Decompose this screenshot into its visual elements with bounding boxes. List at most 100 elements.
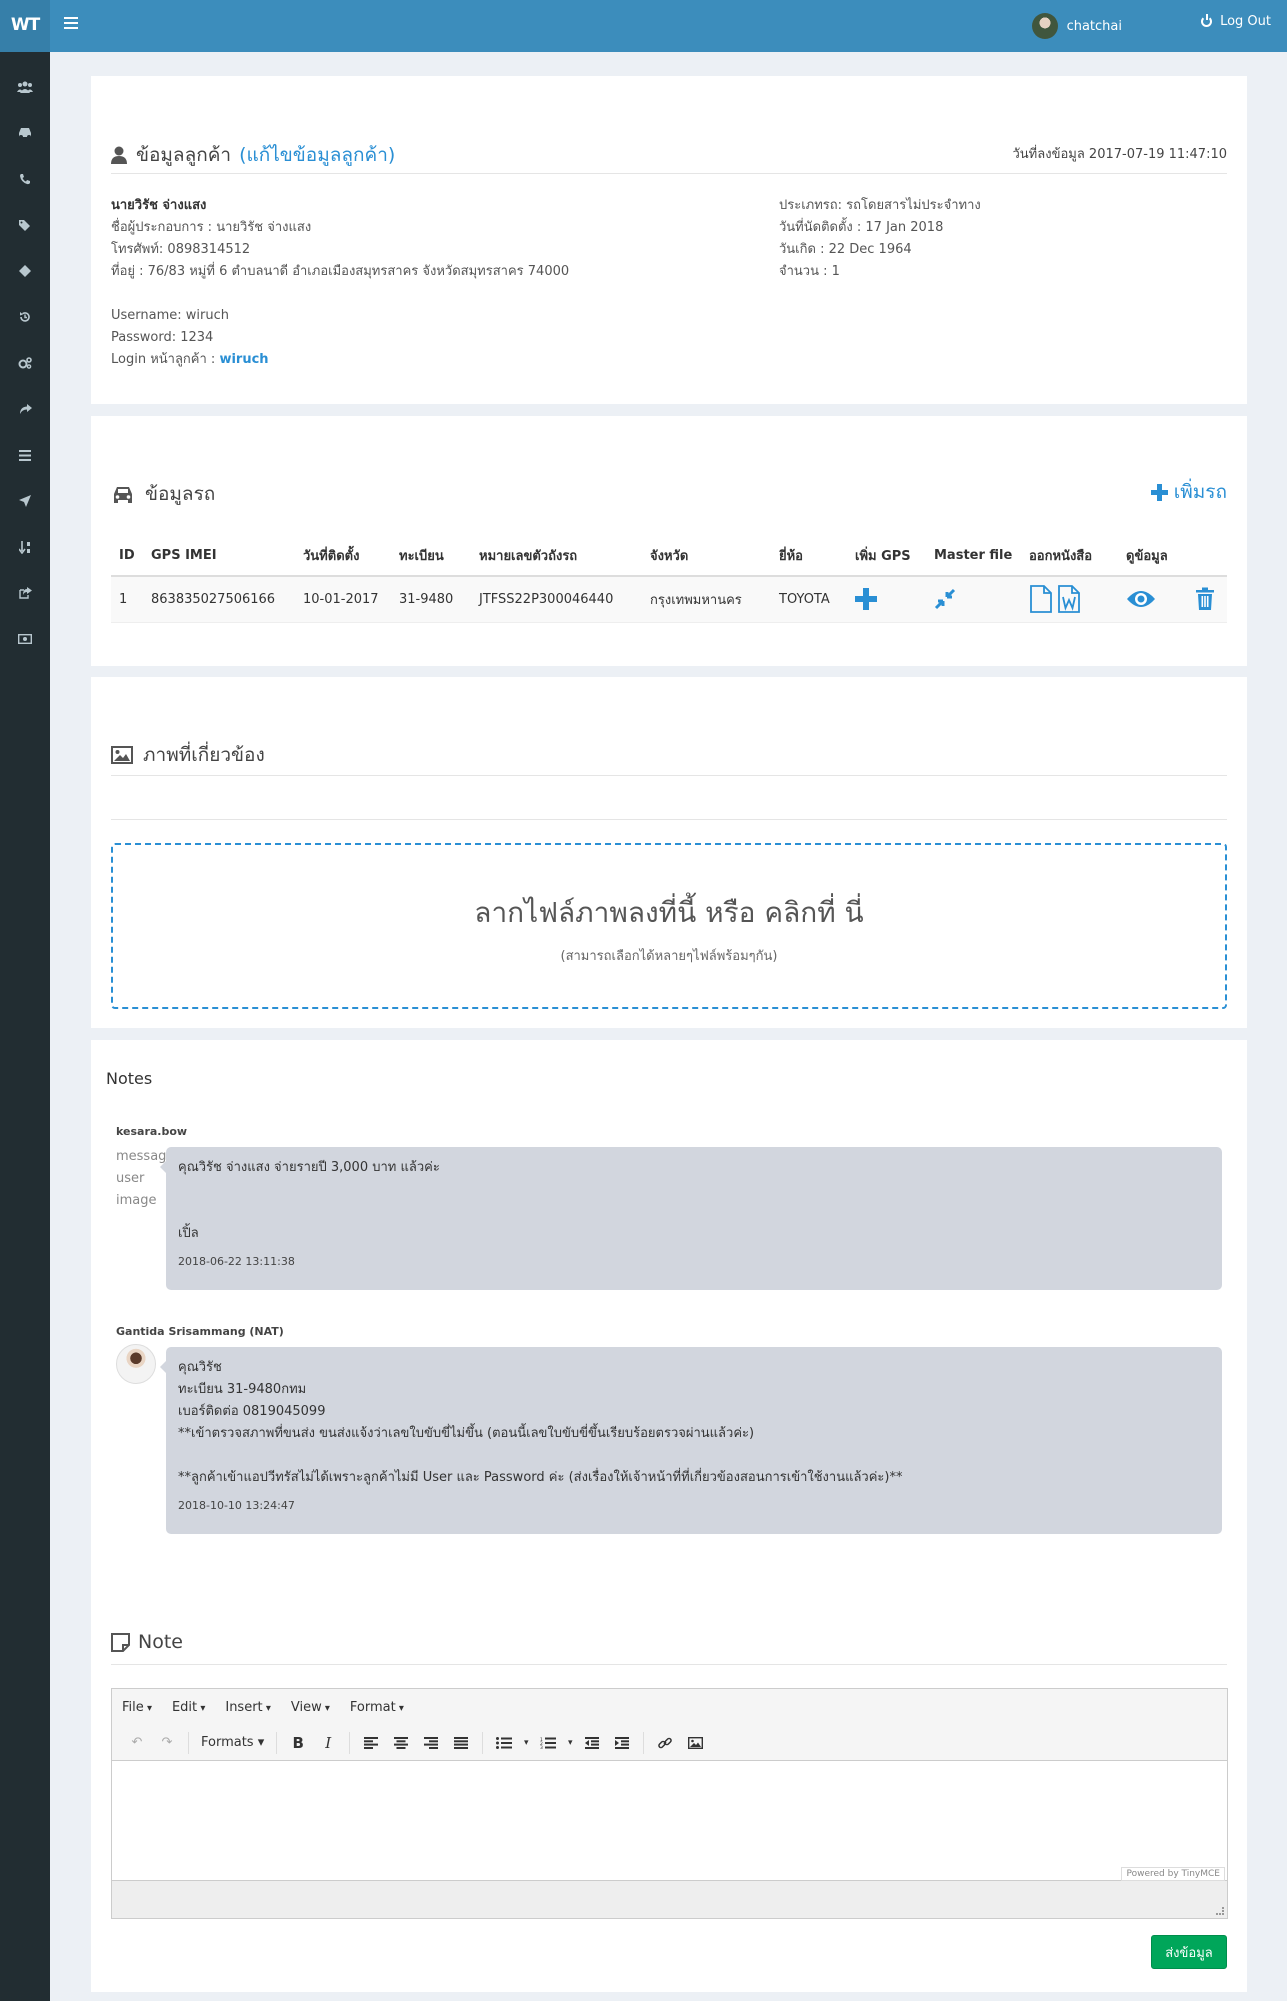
logo[interactable]: WT [0, 0, 50, 52]
note-line: เปิ้ล [178, 1226, 199, 1241]
cell-date: 10-01-2017 [295, 576, 391, 623]
car-icon[interactable] [0, 118, 50, 148]
images-title: ภาพที่เกี่ยวข้อง [143, 744, 265, 766]
menu-format[interactable]: Format [350, 1700, 404, 1715]
editor-content-area[interactable] [112, 1761, 1227, 1881]
cell-plate: 31-9480 [391, 576, 471, 623]
image-icon [111, 746, 133, 764]
vehicle-header: ข้อมูลรถ [111, 479, 215, 509]
italic-icon[interactable]: I [313, 1730, 343, 1756]
ticket-icon[interactable] [0, 256, 50, 286]
add-vehicle-button[interactable]: เพิ่มรถ [1150, 477, 1227, 507]
table-header-row: ID GPS IMEI วันที่ติดตั้ง ทะเบียน หมายเล… [111, 536, 1227, 577]
cell-add-gps [847, 576, 926, 623]
cell-master-file [926, 576, 1021, 623]
user-icon [111, 146, 127, 164]
note-line: คุณวิรัช จ่างแสง จ่ายรายปี 3,000 บาท แล้… [178, 1160, 440, 1175]
customer-phone: โทรศัพท์: 0898314512 [111, 242, 251, 257]
share-square-icon[interactable] [0, 578, 50, 608]
cell-delete [1187, 576, 1227, 623]
eye-icon[interactable] [1126, 589, 1156, 609]
note-editor-header: Note [111, 1631, 183, 1653]
dropzone-message: ลากไฟล์ภาพลงที่นี้ หรือ คลิกที่ นี่ [474, 896, 864, 929]
add-vehicle-label: เพิ่มรถ [1173, 481, 1227, 503]
note-author: Gantida Srisammang (NAT) [116, 1325, 284, 1338]
menu-file[interactable]: File [122, 1700, 152, 1715]
customer-password: Password: 1234 [111, 330, 214, 345]
formats-label: Formats [201, 1735, 254, 1750]
edit-customer-link[interactable]: (แก้ไขข้อมูลลูกค้า) [239, 140, 395, 170]
align-justify-icon[interactable] [446, 1730, 476, 1756]
note-editor-title: Note [138, 1631, 183, 1653]
record-date: วันที่ลงข้อมูล 2017-07-19 11:47:10 [1012, 147, 1228, 162]
add-gps-plus-icon[interactable] [855, 588, 877, 611]
resize-handle[interactable] [1216, 1907, 1224, 1915]
indent-icon[interactable] [607, 1730, 637, 1756]
customer-login-link[interactable]: wiruch [219, 352, 268, 367]
customer-username: Username: wiruch [111, 308, 229, 323]
image-dropzone[interactable]: ลากไฟล์ภาพลงที่นี้ หรือ คลิกที่ นี่ (สาม… [111, 843, 1227, 1009]
numbered-list-icon[interactable]: 123 [533, 1730, 563, 1756]
share-icon[interactable] [0, 394, 50, 424]
note-line-empty [178, 1201, 1210, 1223]
word-file-icon[interactable] [1057, 585, 1081, 614]
align-center-icon[interactable] [386, 1730, 416, 1756]
column-header-delete [1187, 536, 1227, 577]
divider [111, 173, 1227, 174]
editor-toolbar: ↶ ↷ Formats ▾ B I ▾ 123 ▾ [112, 1725, 1227, 1761]
birth-date: วันเกิด : 22 Dec 1964 [779, 242, 912, 257]
column-header: หมายเลขตัวถังรถ [471, 536, 642, 577]
location-arrow-icon[interactable] [0, 486, 50, 516]
insert-image-icon[interactable] [680, 1730, 710, 1756]
formats-dropdown[interactable]: Formats ▾ [195, 1730, 270, 1756]
note-message: คุณวิรัช ทะเบียน 31-9480กทม เบอร์ติดต่อ … [160, 1347, 1222, 1534]
column-header: จังหวัด [642, 536, 771, 577]
powered-by-label[interactable]: Powered by TinyMCE [1121, 1867, 1225, 1881]
customer-name: นายวิรัช จ่างแสง [111, 198, 207, 213]
column-header: GPS IMEI [143, 536, 295, 577]
cell-documents [1021, 576, 1118, 623]
bullet-list-dropdown-icon[interactable]: ▾ [519, 1730, 533, 1756]
plus-icon [1150, 483, 1168, 501]
compress-icon[interactable] [934, 588, 956, 610]
submit-note-button[interactable]: ส่งข้อมูล [1151, 1935, 1227, 1969]
bold-icon[interactable]: B [283, 1730, 313, 1756]
align-left-icon[interactable] [356, 1730, 386, 1756]
link-icon[interactable] [650, 1730, 680, 1756]
outdent-icon[interactable] [577, 1730, 607, 1756]
users-icon[interactable] [0, 72, 50, 102]
power-icon [1201, 14, 1213, 27]
numbered-list-dropdown-icon[interactable]: ▾ [563, 1730, 577, 1756]
cogs-icon[interactable] [0, 348, 50, 378]
redo-icon[interactable]: ↷ [152, 1730, 182, 1756]
phone-icon[interactable] [0, 164, 50, 194]
bullet-list-icon[interactable] [489, 1730, 519, 1756]
sidebar [0, 52, 50, 2001]
undo-icon[interactable]: ↶ [122, 1730, 152, 1756]
login-label: Login หน้าลูกค้า : [111, 352, 216, 367]
divider [111, 1664, 1227, 1665]
user-menu[interactable]: chatchai [1031, 12, 1122, 40]
column-header: ออกหนังสือ [1021, 536, 1118, 577]
list-icon[interactable] [0, 440, 50, 470]
customer-address: ที่อยู่ : 76/83 หมู่ที่ 6 ตำบลนาดี อำเภอ… [111, 264, 570, 279]
tags-icon[interactable] [0, 210, 50, 240]
menu-view[interactable]: View [291, 1700, 330, 1715]
money-icon[interactable] [0, 624, 50, 654]
trash-icon[interactable] [1195, 587, 1215, 611]
file-icon[interactable] [1029, 585, 1053, 614]
user-name: chatchai [1066, 18, 1122, 34]
logout-button[interactable]: Log Out [1201, 14, 1271, 29]
menu-insert[interactable]: Insert [225, 1700, 271, 1715]
sort-icon[interactable] [0, 532, 50, 562]
car-icon [114, 487, 132, 503]
align-right-icon[interactable] [416, 1730, 446, 1756]
menu-edit[interactable]: Edit [172, 1700, 205, 1715]
sidebar-toggle-icon[interactable] [64, 17, 78, 29]
operator-name: ชื่อผู้ประกอบการ : นายวิรัช จ่างแสง [111, 220, 312, 235]
note-line: **เข้าตรวจสภาพที่ขนส่ง ขนส่งแจ้งว่าเลขใบ… [178, 1426, 755, 1441]
column-header: Master file [926, 536, 1021, 577]
sticky-note-icon [111, 1632, 130, 1652]
history-icon[interactable] [0, 302, 50, 332]
user-avatar [116, 1344, 156, 1384]
